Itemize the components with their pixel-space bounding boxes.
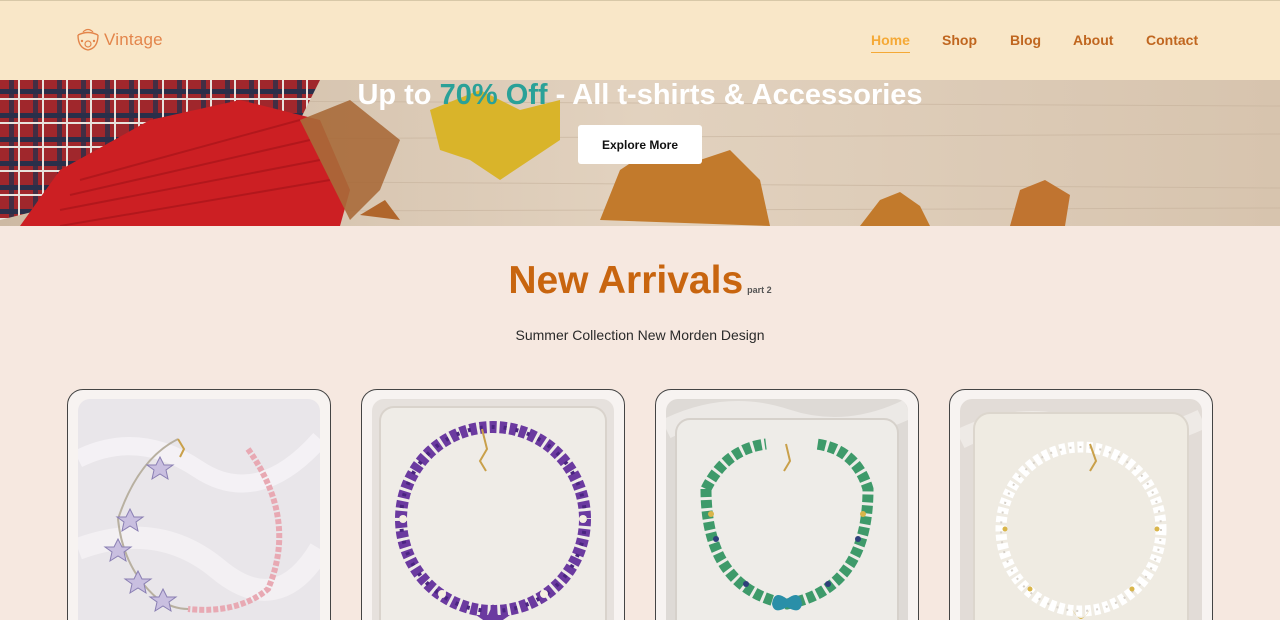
nav-contact[interactable]: Contact <box>1146 32 1198 48</box>
product-image[interactable] <box>960 399 1202 620</box>
product-image[interactable] <box>666 399 908 620</box>
explore-more-button[interactable]: Explore More <box>578 125 702 164</box>
section-subtitle: Summer Collection New Morden Design <box>515 327 765 343</box>
nav-blog[interactable]: Blog <box>1010 32 1041 48</box>
section-title-suffix: part 2 <box>747 285 772 295</box>
white-moonstone-necklace-image <box>960 399 1202 620</box>
product-card[interactable] <box>655 389 919 620</box>
hero-title-prefix: Up to <box>357 80 440 111</box>
product-card[interactable] <box>949 389 1213 620</box>
hero-title-suffix: - All t-shirts & Accessories <box>547 80 923 111</box>
site-header: Vintage Home Shop Blog About Contact <box>0 0 1280 80</box>
product-card[interactable] <box>361 389 625 620</box>
green-aventurine-necklace-image <box>666 399 908 620</box>
hero-title: Up to 70% Off - All t-shirts & Accessori… <box>0 80 1280 112</box>
section-heading: New Arrivals part 2 <box>0 259 1280 303</box>
main-nav: Home Shop Blog About Contact <box>0 32 1280 53</box>
hero-banner: Up to 70% Off - All t-shirts & Accessori… <box>0 80 1280 226</box>
nav-about[interactable]: About <box>1073 32 1113 48</box>
nav-home[interactable]: Home <box>871 32 910 53</box>
pink-pearl-necklace-image <box>78 399 320 620</box>
section-title: New Arrivals <box>508 259 744 302</box>
product-image[interactable] <box>78 399 320 620</box>
hero-title-discount: 70% Off <box>439 80 548 111</box>
product-image[interactable] <box>372 399 614 620</box>
product-card[interactable] <box>67 389 331 620</box>
nav-shop[interactable]: Shop <box>942 32 977 48</box>
purple-amethyst-necklace-image <box>372 399 614 620</box>
